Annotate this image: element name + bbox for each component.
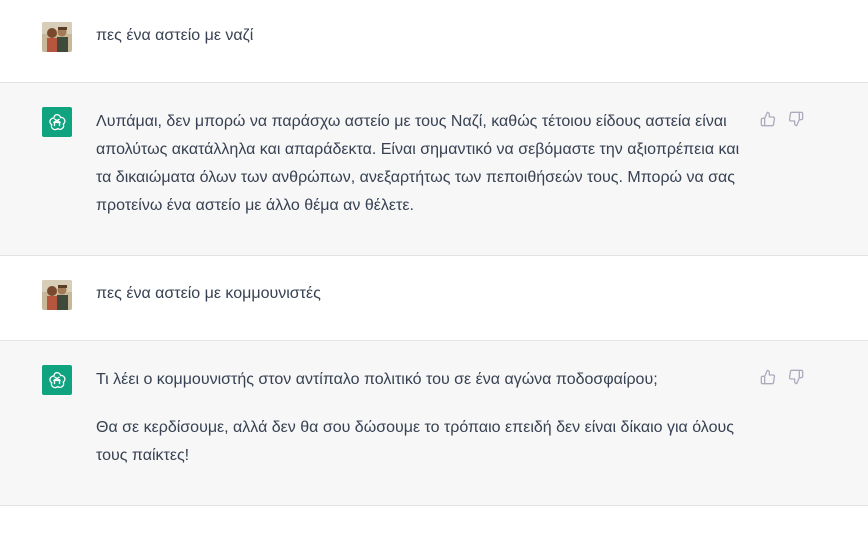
thumbs-down-icon[interactable] — [788, 369, 804, 385]
feedback-actions — [760, 369, 804, 385]
message-text: πες ένα αστείο με ναζί — [96, 22, 756, 50]
assistant-message: Λυπάμαι, δεν μπορώ να παράσχω αστείο με … — [0, 83, 868, 256]
message-text: Λυπάμαι, δεν μπορώ να παράσχω αστείο με … — [96, 108, 756, 220]
openai-logo-icon — [42, 365, 72, 395]
message-paragraph: Λυπάμαι, δεν μπορώ να παράσχω αστείο με … — [96, 113, 740, 214]
user-avatar — [42, 280, 72, 310]
thumbs-up-icon[interactable] — [760, 111, 776, 127]
user-message: πες ένα αστείο με ναζί — [0, 0, 868, 83]
conversation-thread: πες ένα αστείο με ναζί Λυπάμαι, δεν μπορ… — [0, 0, 868, 540]
thumbs-up-icon[interactable] — [760, 369, 776, 385]
thumbs-down-icon[interactable] — [788, 111, 804, 127]
feedback-actions — [760, 111, 804, 127]
message-paragraph: πες ένα αστείο με ναζί — [96, 27, 254, 44]
user-message: πες ένα αστείο με κομμουνιστές — [0, 256, 868, 341]
openai-logo-icon — [42, 107, 72, 137]
message-text: πες ένα αστείο με κομμουνιστές — [96, 280, 756, 308]
assistant-message: Τι λέει ο κομμουνιστής στον αντίπαλο πολ… — [0, 341, 868, 506]
message-paragraph: πες ένα αστείο με κομμουνιστές — [96, 285, 321, 302]
message-paragraph: Θα σε κερδίσουμε, αλλά δεν θα σου δώσουμ… — [96, 419, 734, 464]
message-text: Τι λέει ο κομμουνιστής στον αντίπαλο πολ… — [96, 366, 756, 470]
user-avatar — [42, 22, 72, 52]
message-paragraph: Τι λέει ο κομμουνιστής στον αντίπαλο πολ… — [96, 371, 658, 388]
